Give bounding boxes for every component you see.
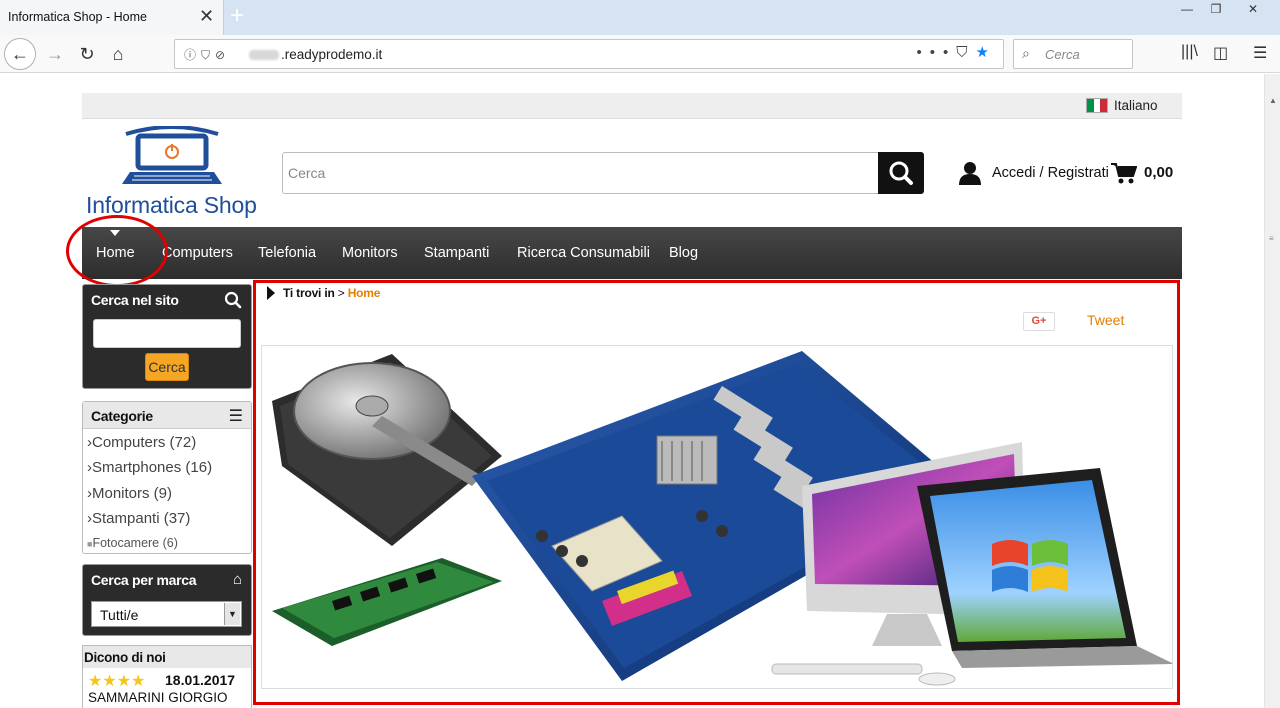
library-icon[interactable]: |||\ — [1181, 43, 1198, 61]
url-text[interactable]: .readyprodemo.it — [249, 47, 382, 62]
browser-nav-bar: ← → ↻ ⌂ ⓘ⛉⊘ .readyprodemo.it •••⛉★ ⌕ Cer… — [0, 35, 1280, 73]
blurred-subdomain — [249, 50, 279, 61]
language-selector[interactable]: Italiano — [1114, 98, 1158, 113]
restore-window-icon[interactable]: ❐ — [1201, 2, 1231, 18]
category-item[interactable]: ›Smartphones (16) — [87, 459, 212, 476]
logo-text: Informatica Shop — [86, 192, 257, 218]
menu-item-home[interactable]: Home — [96, 230, 135, 261]
menu-item-telefonia[interactable]: Telefonia — [258, 245, 316, 261]
tweet-button[interactable]: Tweet — [1087, 312, 1124, 328]
minimize-window-icon[interactable]: — — [1172, 2, 1202, 18]
browser-tab-bar: Informatica Shop - Home ✕ + — ❐ ✕ — [0, 0, 1280, 35]
home-icon[interactable]: ⌂ — [103, 40, 133, 68]
brand-select[interactable]: Tutti/e ▼ — [91, 601, 242, 627]
breadcrumb-arrow-icon — [267, 286, 275, 300]
list-icon: ☰ — [228, 408, 243, 425]
address-bar[interactable]: ⓘ⛉⊘ .readyprodemo.it •••⛉★ — [174, 39, 1004, 69]
browser-search-box[interactable]: ⌕ Cerca — [1013, 39, 1133, 69]
category-label: Stampanti (37) — [92, 510, 191, 527]
bookmark-star-icon[interactable]: ★ — [976, 44, 997, 61]
category-item[interactable]: ›Computers (72) — [87, 434, 196, 451]
site-search-input[interactable] — [283, 153, 879, 193]
dropdown-arrow-icon[interactable]: ▼ — [224, 603, 240, 625]
computer-hardware-illustration — [272, 351, 1172, 686]
breadcrumb-label: Ti trovi in — [283, 286, 335, 300]
new-tab-icon[interactable]: + — [230, 3, 244, 29]
url-domain: .readyprodemo.it — [281, 47, 383, 62]
brand-filter-box: Cerca per marca ⌂ Tutti/e ▼ — [82, 564, 252, 636]
back-arrow-icon[interactable]: ← — [4, 38, 36, 70]
hero-banner-image[interactable] — [261, 345, 1173, 689]
breadcrumb: Ti trovi in > Home — [283, 286, 380, 300]
close-tab-icon[interactable]: ✕ — [199, 7, 214, 25]
cart-total[interactable]: 0,00 — [1144, 164, 1173, 181]
language-strip: Italiano — [82, 93, 1182, 119]
computer-logo-icon — [122, 125, 222, 184]
browser-search-placeholder: Cerca — [1045, 47, 1080, 62]
category-item[interactable]: ■Fotocamere (6) — [87, 536, 178, 550]
categories-header: Categorie ☰ — [83, 402, 251, 429]
categories-title: Categorie — [91, 408, 153, 424]
site-logo[interactable]: Informatica Shop — [86, 125, 268, 218]
menu-item-monitors[interactable]: Monitors — [342, 245, 398, 261]
reviews-title: Dicono di noi — [84, 650, 166, 665]
reviews-header: Dicono di noi — [83, 646, 251, 668]
rating-stars-icon: ★★★★ — [88, 673, 146, 690]
caret-down-icon — [110, 230, 120, 236]
scroll-thumb[interactable]: ≡ — [1269, 234, 1274, 243]
close-window-icon[interactable]: ✕ — [1233, 2, 1273, 18]
sidebar-search-box: Cerca nel sito Cerca — [82, 284, 252, 389]
sidebar-search-title: Cerca nel sito — [91, 292, 179, 308]
search-icon — [224, 291, 242, 309]
category-label: Computers (72) — [92, 434, 197, 451]
review-author: SAMMARINI GIORGIO — [88, 690, 228, 705]
menu-item-ricerca-consumabili[interactable]: Ricerca Consumabili — [517, 245, 650, 261]
scroll-up-arrow-icon[interactable]: ▲ — [1269, 96, 1277, 105]
tab-title: Informatica Shop - Home — [8, 10, 147, 24]
page-actions[interactable]: •••⛉★ — [917, 43, 997, 61]
site-info-icon[interactable]: ⓘ⛉⊘ — [184, 46, 230, 63]
categories-box: Categorie ☰ ›Computers (72) ›Smartphones… — [82, 401, 252, 554]
menu-item-stampanti[interactable]: Stampanti — [424, 245, 489, 261]
italian-flag-icon[interactable] — [1086, 98, 1108, 113]
main-menu: Home Computers Telefonia Monitors Stampa… — [82, 227, 1182, 279]
reviews-box: Dicono di noi ★★★★ 18.01.2017 SAMMARINI … — [82, 645, 252, 708]
breadcrumb-separator: > — [337, 286, 345, 300]
pocket-icon[interactable]: ⛉ — [956, 44, 975, 61]
review-date: 18.01.2017 — [165, 672, 236, 688]
login-register-link[interactable]: Accedi / Registrati — [992, 165, 1109, 181]
site-search-field[interactable] — [282, 152, 880, 194]
brand-filter-title: Cerca per marca — [91, 572, 197, 588]
category-label: Smartphones (16) — [92, 459, 213, 476]
menu-label: Home — [96, 245, 135, 261]
reload-icon[interactable]: ↻ — [72, 40, 102, 68]
user-icon[interactable] — [958, 161, 982, 185]
breadcrumb-current[interactable]: Home — [348, 286, 381, 300]
google-plus-button[interactable]: G+ — [1023, 312, 1055, 331]
page-viewport: Italiano Informatica Shop Accedi / Regis… — [0, 74, 1264, 708]
hamburger-menu-icon[interactable]: ☰ — [1253, 43, 1267, 63]
category-label: Monitors (9) — [92, 485, 173, 502]
more-actions-icon[interactable]: ••• — [917, 44, 957, 61]
category-item[interactable]: ›Monitors (9) — [87, 485, 172, 502]
category-label: Fotocamere (6) — [92, 536, 178, 550]
browser-tab[interactable]: Informatica Shop - Home ✕ — [0, 0, 224, 35]
home-icon: ⌂ — [232, 571, 242, 588]
site-search-button[interactable] — [878, 152, 924, 194]
cart-icon[interactable] — [1111, 162, 1137, 184]
forward-arrow-icon[interactable]: → — [40, 40, 70, 68]
category-item[interactable]: ›Stampanti (37) — [87, 510, 190, 527]
sidebar-search-button[interactable]: Cerca — [145, 353, 189, 381]
vertical-scrollbar[interactable]: ▲ ≡ — [1264, 74, 1280, 708]
brand-select-value: Tutti/e — [100, 607, 139, 623]
search-icon: ⌕ — [1022, 45, 1030, 61]
menu-item-blog[interactable]: Blog — [669, 245, 698, 261]
menu-item-computers[interactable]: Computers — [162, 245, 233, 261]
sidebar-search-input[interactable] — [93, 319, 241, 348]
sidebar-toggle-icon[interactable]: ◫ — [1213, 43, 1228, 63]
search-icon — [889, 161, 913, 185]
